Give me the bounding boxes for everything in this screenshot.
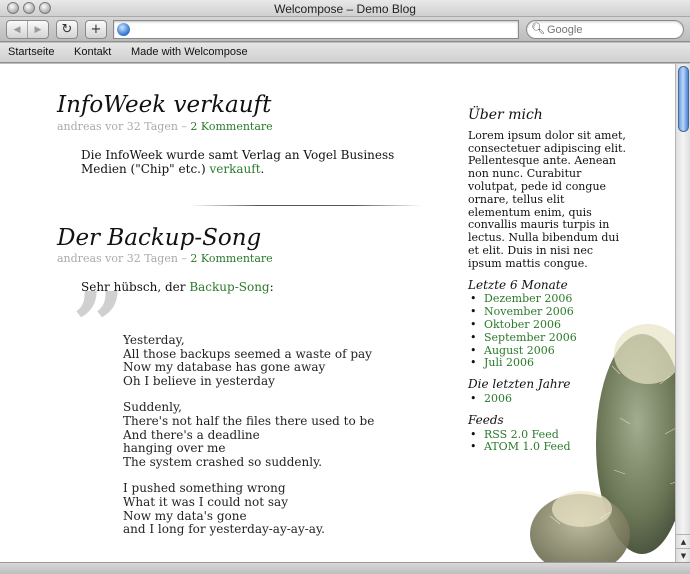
years-heading: Die letzten Jahre <box>468 377 571 392</box>
reload-icon: ↻ <box>61 22 73 37</box>
list-item: ATOM 1.0 Feed <box>468 440 628 454</box>
archive-link[interactable]: November 2006 <box>484 305 574 318</box>
bookmark-startseite[interactable]: Startseite <box>8 46 54 58</box>
bookmark-made-with-welcompose[interactable]: Made with Welcompose <box>131 46 248 58</box>
address-bar[interactable] <box>113 20 519 39</box>
list-item: 2006 <box>468 392 628 406</box>
feeds-heading: Feeds <box>468 412 504 427</box>
list-item: Juli 2006 <box>468 356 628 370</box>
bookmarks-bar: Startseite Kontakt Made with Welcompose <box>0 43 690 63</box>
lyrics-line: What it was I could not say <box>123 494 288 509</box>
post-meta: andreas vor 32 Tagen – 2 Kommentare <box>57 252 273 265</box>
reload-button[interactable]: ↻ <box>56 20 78 39</box>
status-bar <box>0 562 690 574</box>
rss-feed-link[interactable]: RSS 2.0 Feed <box>484 428 559 441</box>
bookmark-kontakt[interactable]: Kontakt <box>74 46 111 58</box>
atom-feed-link[interactable]: ATOM 1.0 Feed <box>484 440 571 453</box>
window-title: Welcompose – Demo Blog <box>274 2 416 16</box>
about-heading: Über mich <box>468 107 543 123</box>
scroll-up-icon[interactable]: ▲ <box>676 534 690 548</box>
post-intro: Sehr hübsch, der Backup-Song: <box>81 280 421 294</box>
sidebar: Über mich Lorem ipsum dolor sit amet, co… <box>468 107 628 455</box>
comments-link[interactable]: 2 Kommentare <box>190 120 272 133</box>
feeds-list: RSS 2.0 Feed ATOM 1.0 Feed <box>468 428 628 455</box>
lyrics-stanza: Suddenly, There's not half the files the… <box>123 401 374 469</box>
post-title[interactable]: Der Backup-Song <box>57 225 261 251</box>
lyrics-line: The system crashed so suddenly. <box>123 454 323 469</box>
lyrics-line: There's not half the files there used to… <box>123 413 375 428</box>
post-author-date: andreas vor 32 Tagen – <box>57 252 187 265</box>
add-bookmark-button[interactable]: + <box>85 20 107 39</box>
back-forward-control: ◀ ▶ <box>6 20 49 39</box>
browser-toolbar: ◀ ▶ ↻ + 🔍︎ <box>0 17 690 42</box>
about-text: Lorem ipsum dolor sit amet, consectetuer… <box>468 128 626 270</box>
scroll-arrows: ▲ ▼ <box>676 534 690 562</box>
post-text-suffix: : <box>269 280 274 294</box>
years-list: 2006 <box>468 392 628 406</box>
lyrics-line: Suddenly, <box>123 400 182 415</box>
archive-link[interactable]: August 2006 <box>484 344 555 357</box>
post-body: Die InfoWeek wurde samt Verlag an Vogel … <box>81 148 421 176</box>
post-title[interactable]: InfoWeek verkauft <box>57 92 271 118</box>
scrollbar-thumb[interactable] <box>678 66 689 132</box>
lyrics-line: Yesterday, <box>123 333 185 347</box>
post-text-suffix: . <box>260 162 265 176</box>
window-titlebar: Welcompose – Demo Blog <box>0 0 690 17</box>
search-field[interactable]: 🔍︎ <box>526 20 684 39</box>
comments-link[interactable]: 2 Kommentare <box>190 252 272 265</box>
lyrics-stanza: Yesterday, All those backups seemed a wa… <box>123 333 374 388</box>
search-icon: 🔍︎ <box>531 22 545 35</box>
lyrics-line: Now my data's gone <box>123 508 247 523</box>
page-viewport: InfoWeek verkauft andreas vor 32 Tagen –… <box>0 64 675 562</box>
back-arrow-icon[interactable]: ◀ <box>7 21 27 38</box>
archive-link[interactable]: Dezember 2006 <box>484 292 572 305</box>
plus-icon: + <box>90 22 102 37</box>
lyrics-line: All those backups seemed a waste of pay <box>123 346 372 361</box>
backup-song-link[interactable]: Backup-Song <box>189 280 269 294</box>
lyrics-line: hanging over me <box>123 441 226 456</box>
year-link[interactable]: 2006 <box>484 392 512 405</box>
lyrics-line: Now my database has gone away <box>123 360 326 375</box>
globe-icon <box>117 23 130 36</box>
verkauft-link[interactable]: verkauft <box>210 162 261 176</box>
forward-arrow-icon[interactable]: ▶ <box>27 21 48 38</box>
post-author-date: andreas vor 32 Tagen – <box>57 120 187 133</box>
archive-link[interactable]: September 2006 <box>484 331 577 344</box>
lyrics-line: And there's a deadline <box>123 427 260 442</box>
lyrics-stanza: I pushed something wrong What it was I c… <box>123 482 374 536</box>
quote-mark-icon: ” <box>72 272 125 380</box>
song-lyrics: Yesterday, All those backups seemed a wa… <box>123 333 374 550</box>
post-divider <box>190 205 422 206</box>
lyrics-line: Oh I believe in yesterday <box>123 373 275 388</box>
search-input[interactable] <box>547 22 677 37</box>
lyrics-line: I pushed something wrong <box>123 481 286 496</box>
lyrics-line: and I long for yesterday-ay-ay-ay. <box>123 522 325 537</box>
scroll-down-icon[interactable]: ▼ <box>676 548 690 562</box>
archive-link[interactable]: Oktober 2006 <box>484 318 561 331</box>
months-list: Dezember 2006 November 2006 Oktober 2006… <box>468 292 628 370</box>
vertical-scrollbar[interactable]: ▲ ▼ <box>675 64 690 562</box>
post-meta: andreas vor 32 Tagen – 2 Kommentare <box>57 120 273 133</box>
months-heading: Letzte 6 Monate <box>468 277 568 292</box>
archive-link[interactable]: Juli 2006 <box>484 356 534 369</box>
